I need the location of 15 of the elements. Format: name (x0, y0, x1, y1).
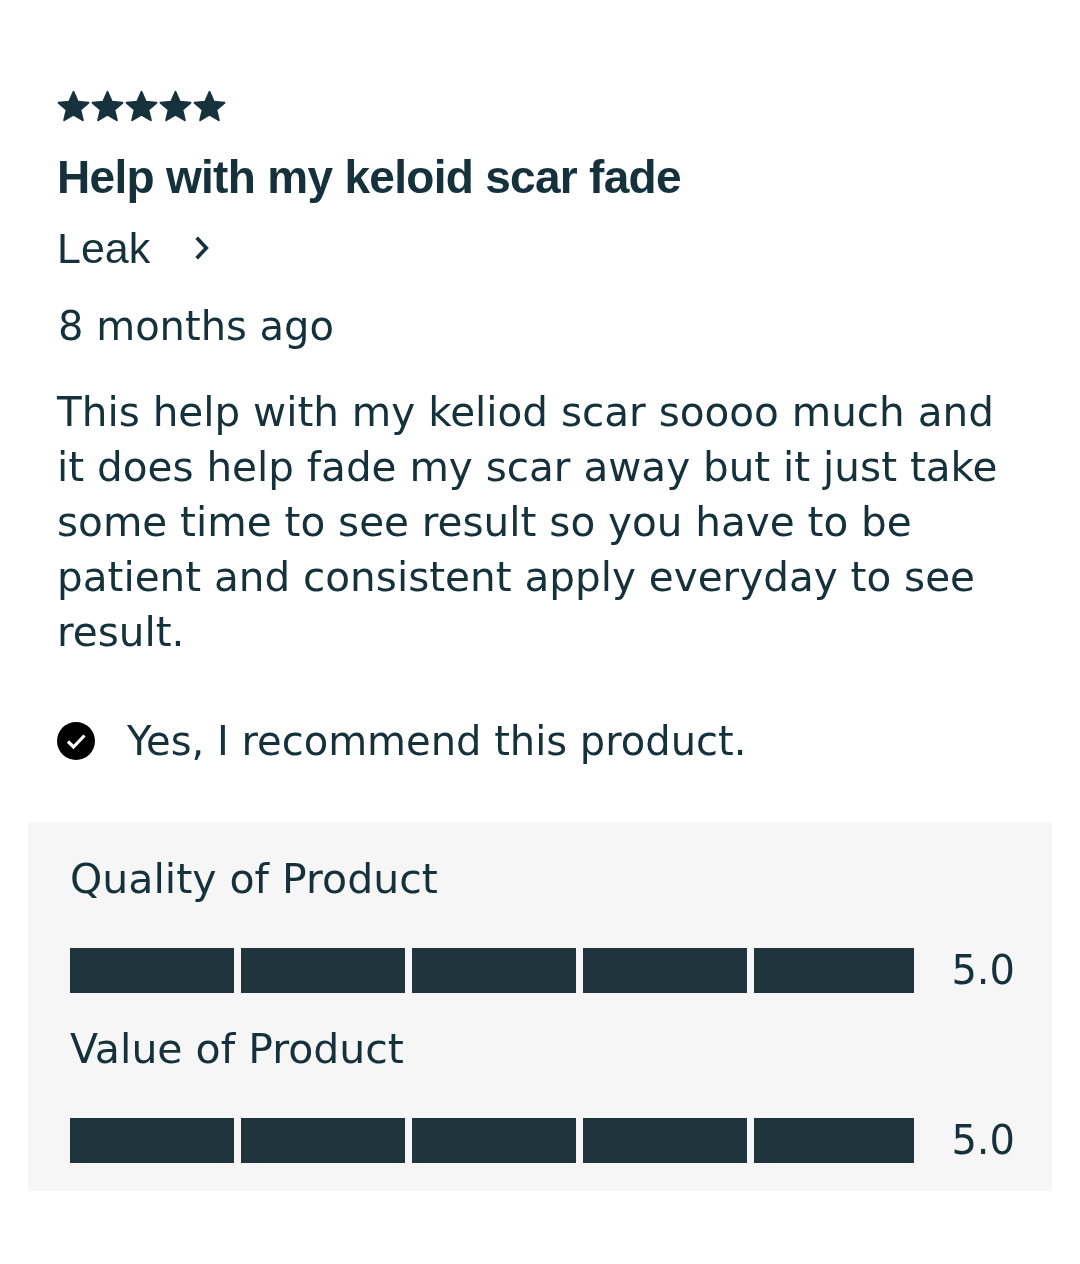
star-icon (125, 90, 158, 123)
rating-value: 5.0 (951, 1116, 1015, 1164)
recommend-text: Yes, I recommend this product. (127, 717, 747, 765)
review-date: 8 months ago (58, 302, 334, 350)
star-icon (159, 90, 192, 123)
rating-value: 5.0 (951, 946, 1015, 994)
star-icon (57, 90, 90, 123)
review-title: Help with my keloid scar fade (57, 150, 681, 204)
rating-label: Quality of Product (70, 854, 438, 904)
review-text: This help with my keliod scar soooo much and it does help fade my scar away but it just take some time to see result so you have to be patient and consistent apply everyday to see result. (57, 387, 999, 658)
rating-label: Value of Product (70, 1024, 404, 1074)
star-icon (193, 90, 226, 123)
chevron-right-icon (194, 235, 210, 261)
star-icon (91, 90, 124, 123)
author-link[interactable]: Leak (57, 223, 210, 273)
